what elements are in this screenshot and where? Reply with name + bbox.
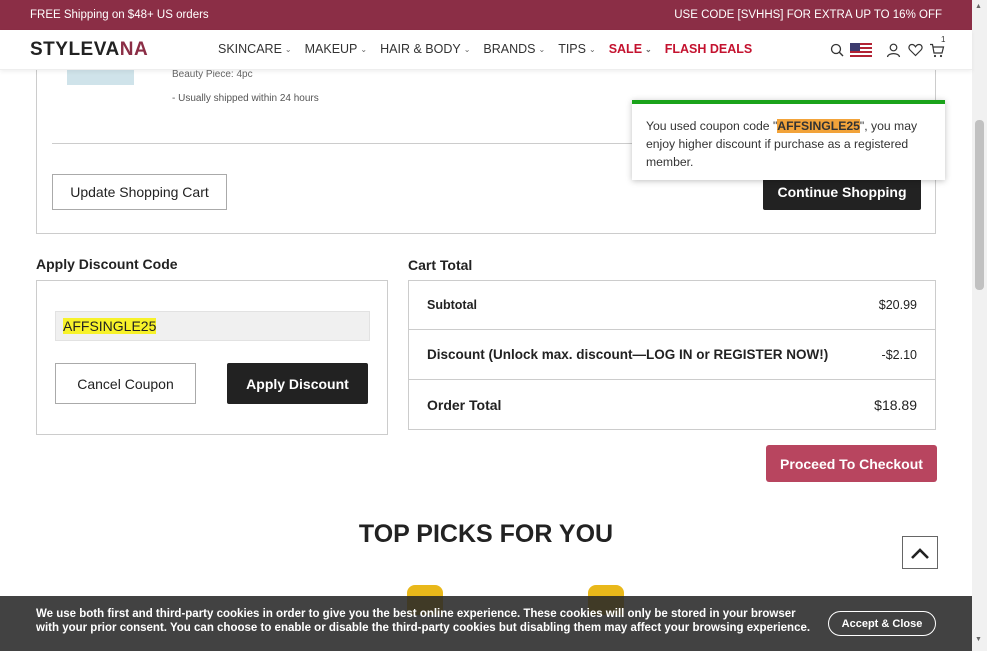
chevron-down-icon: ⌄ (284, 44, 292, 54)
chevron-down-icon: ⌄ (463, 44, 471, 54)
discount-row: Discount (Unlock max. discount—LOG IN or… (409, 329, 935, 379)
discount-code-input[interactable]: AFFSINGLE25 (55, 311, 370, 341)
search-icon[interactable] (828, 41, 846, 59)
category-menu: SKINCARE ⌄ MAKEUP ⌄ HAIR & BODY ⌄ BRANDS ⌄ T… (218, 42, 765, 56)
cart-count-badge: 1 (941, 35, 946, 44)
menu-item-makeup[interactable]: MAKEUP ⌄ (305, 42, 368, 56)
subtotal-row: Subtotal $20.99 (409, 281, 935, 329)
back-to-top-button[interactable] (902, 536, 938, 569)
row-label: Subtotal (427, 298, 477, 312)
proceed-to-checkout-button[interactable]: Proceed To Checkout (766, 445, 937, 482)
promo-bar: FREE Shipping on $48+ US orders USE CODE… (0, 0, 972, 30)
user-icon[interactable] (884, 41, 902, 59)
page-scrollbar[interactable]: ▲ ▼ (972, 0, 987, 651)
order-total-row: Order Total $18.89 (409, 379, 935, 429)
row-value: -$2.10 (881, 347, 917, 362)
toast-coupon-code: AFFSINGLE25 (777, 119, 860, 133)
discount-title: Apply Discount Code (36, 256, 178, 272)
row-value: $18.89 (874, 396, 917, 413)
menu-label: SKINCARE (218, 42, 282, 56)
row-label: Discount (Unlock max. discount—LOG IN or… (427, 347, 829, 362)
discount-panel: AFFSINGLE25 Cancel Coupon Apply Discount (36, 280, 388, 435)
cancel-coupon-button[interactable]: Cancel Coupon (55, 363, 196, 404)
scrollbar-thumb[interactable] (975, 120, 984, 290)
row-value: $20.99 (878, 298, 917, 312)
chevron-down-icon: ⌄ (538, 44, 546, 54)
item-meta: Beauty Piece: 4pc (172, 69, 253, 80)
top-picks-heading: TOP PICKS FOR YOU (358, 520, 614, 548)
stylevana-logo[interactable]: STYLEVANA (30, 39, 148, 61)
chevron-down-icon: ⌄ (360, 44, 368, 54)
menu-label: FLASH DEALS (664, 42, 753, 56)
apply-discount-button[interactable]: Apply Discount (227, 363, 368, 404)
cookie-text: We use both first and third-party cookie… (36, 608, 811, 634)
heart-icon[interactable] (906, 41, 924, 59)
menu-label: HAIR & BODY (380, 42, 461, 56)
chevron-down-icon: ⌄ (588, 44, 596, 54)
nav-icons: 1 (828, 35, 950, 59)
menu-label: BRANDS (483, 42, 536, 56)
logo-text-main: STYLEVA (30, 39, 120, 60)
coupon-toast: You used coupon code "AFFSINGLE25", you … (632, 100, 945, 180)
menu-item-tips[interactable]: TIPS ⌄ (558, 42, 596, 56)
chevron-up-icon (911, 547, 929, 559)
scroll-up-icon[interactable]: ▲ (975, 3, 982, 10)
scroll-down-icon[interactable]: ▼ (975, 636, 982, 643)
cookie-banner: We use both first and third-party cookie… (0, 596, 972, 651)
update-cart-button[interactable]: Update Shopping Cart (52, 174, 227, 210)
accept-close-button[interactable]: Accept & Close (828, 611, 936, 636)
chevron-down-icon: ⌄ (645, 44, 652, 54)
main-nav: STYLEVANA SKINCARE ⌄ MAKEUP ⌄ HAIR & BODY ⌄… (0, 30, 972, 70)
item-shipping-note: - Usually shipped within 24 hours (172, 93, 319, 104)
menu-item-sale[interactable]: SALE ⌄ (609, 42, 652, 56)
promo-right-text: USE CODE [SVHHS] FOR EXTRA UP TO 16% OFF (674, 9, 942, 21)
us-flag-icon[interactable] (850, 43, 872, 57)
cart-totals-table: Subtotal $20.99 Discount (Unlock max. di… (408, 280, 936, 430)
promo-left-text: FREE Shipping on $48+ US orders (30, 9, 209, 21)
menu-item-brands[interactable]: BRANDS ⌄ (483, 42, 545, 56)
menu-label: MAKEUP (304, 42, 358, 56)
discount-code-value: AFFSINGLE25 (63, 318, 157, 334)
menu-item-flash-deals[interactable]: FLASH DEALS (665, 42, 753, 56)
logo-text-accent: NA (119, 39, 149, 60)
cart-total-title: Cart Total (408, 257, 473, 273)
toast-prefix: You used coupon code " (646, 119, 778, 133)
row-label: Order Total (427, 396, 502, 413)
menu-item-skincare[interactable]: SKINCARE ⌄ (218, 42, 292, 56)
menu-item-hair-body[interactable]: HAIR & BODY ⌄ (380, 42, 470, 56)
menu-label: TIPS (558, 42, 586, 56)
menu-label: SALE (608, 42, 643, 56)
